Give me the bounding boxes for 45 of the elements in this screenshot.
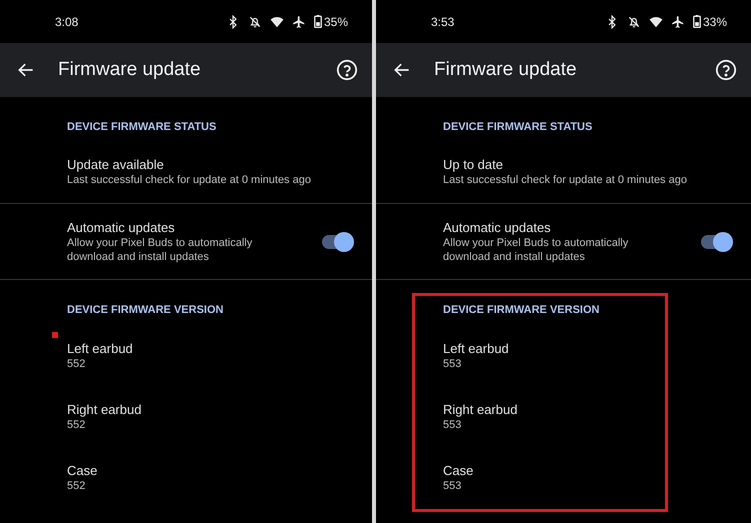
section-header: DEVICE FIRMWARE VERSION <box>66 303 224 318</box>
annotation-marker <box>52 332 58 338</box>
status-time: 3:53 <box>431 14 456 28</box>
section-header: DEVICE FIRMWARE STATUS <box>442 120 594 135</box>
status-detail: Last successful check for update at 0 minutes ago <box>67 173 312 187</box>
help-icon[interactable] <box>336 59 358 81</box>
screen-title: Firmware update <box>58 59 202 81</box>
screen-title: Firmware update <box>434 59 578 81</box>
battery-level: 35% <box>324 14 348 28</box>
help-icon[interactable] <box>715 59 737 81</box>
setting-description: Allow your Pixel Buds to automatically download and install updates <box>67 236 254 264</box>
component-name: Right earbud <box>67 402 142 418</box>
version-number: 553 <box>443 357 462 371</box>
setting-title: Automatic updates <box>67 220 176 236</box>
battery-icon <box>314 15 322 28</box>
component-name: Right earbud <box>443 402 518 418</box>
section-header: DEVICE FIRMWARE STATUS <box>66 120 218 135</box>
component-name: Case <box>443 463 474 479</box>
wifi-icon <box>270 14 284 28</box>
setting-description: Allow your Pixel Buds to automatically download and install updates <box>443 236 630 264</box>
version-number: 552 <box>67 479 86 493</box>
airplane-icon <box>292 14 306 28</box>
status-title: Up to date <box>443 157 504 173</box>
toggle-switch[interactable] <box>701 234 731 248</box>
status-detail: Last successful check for update at 0 minutes ago <box>443 173 688 187</box>
setting-title: Automatic updates <box>443 220 552 236</box>
version-number: 552 <box>67 357 86 371</box>
wifi-icon <box>648 14 663 28</box>
bell-off-icon <box>248 14 262 28</box>
component-name: Left earbud <box>443 341 510 357</box>
section-header: DEVICE FIRMWARE VERSION <box>442 303 600 318</box>
toggle-switch[interactable] <box>322 234 352 248</box>
airplane-icon <box>670 14 685 28</box>
version-number: 553 <box>443 479 462 493</box>
status-title: Update available <box>67 157 165 173</box>
battery-level: 33% <box>702 14 727 28</box>
version-number: 552 <box>67 418 86 432</box>
status-time: 3:08 <box>55 14 80 28</box>
version-number: 553 <box>443 418 462 432</box>
auto-updates-row[interactable]: Automatic updates Allow your Pixel Buds to automatically download and install updates <box>376 204 751 279</box>
battery-icon <box>692 15 701 28</box>
bell-off-icon <box>626 14 641 28</box>
component-name: Case <box>67 463 98 479</box>
auto-updates-row[interactable]: Automatic updates Allow your Pixel Buds to automatically download and install updates <box>0 204 372 279</box>
component-name: Left earbud <box>67 341 134 357</box>
